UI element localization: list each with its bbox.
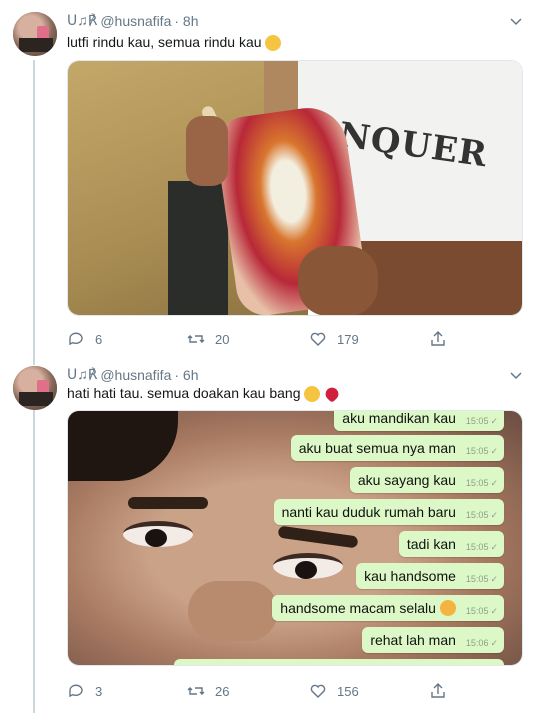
tweet[interactable]: ᑌ♫℟ @husnafifa · 8h lutfi rindu kau, sem…	[0, 0, 537, 355]
chat-bubble-partial	[174, 659, 504, 665]
red-heart-emoji	[323, 385, 342, 404]
tweet-photo[interactable]: aku mandikan kau 15:05 ✓ aku buat semua ny…	[67, 410, 523, 666]
tweet[interactable]: ᑌ♫℟ @husnafifa · 6h hati hati tau. semua…	[0, 358, 537, 713]
reply-count: 6	[95, 331, 103, 347]
chat-bubble: aku buat semua nya man 15:05 ✓	[290, 435, 504, 461]
share-icon	[431, 683, 445, 698]
handle[interactable]: @husnafifa	[100, 367, 171, 383]
like-icon	[310, 684, 326, 698]
retweet-icon	[187, 335, 205, 343]
retweet-count: 20	[215, 331, 230, 347]
timestamp[interactable]: · 6h	[174, 367, 198, 383]
reply-icon	[69, 332, 83, 346]
like-icon	[310, 332, 326, 346]
chat-bubble: kau handsome 15:05 ✓	[356, 563, 504, 589]
display-name[interactable]: ᑌ♫℟	[67, 366, 97, 383]
chat-bubble: aku mandikan kau 15:05 ✓	[334, 411, 504, 431]
retweet-count: 26	[215, 683, 230, 699]
chat-bubble: handsome macam selalu 15:05 ✓	[272, 595, 504, 621]
display-name[interactable]: ᑌ♫℟	[67, 12, 97, 29]
reply-icon	[69, 684, 83, 698]
timestamp[interactable]: · 8h	[174, 13, 198, 29]
tweet-actions: 3 26 156	[67, 682, 487, 702]
like-count: 179	[337, 331, 359, 347]
reply-button[interactable]: 6	[67, 330, 102, 348]
tweet-text: lutfi rindu kau, semua rindu kau	[67, 34, 282, 52]
retweet-button[interactable]: 26	[187, 682, 229, 700]
avatar[interactable]	[13, 366, 57, 410]
avatar[interactable]	[13, 12, 57, 56]
chevron-down-icon[interactable]	[509, 368, 523, 382]
share-button[interactable]	[429, 330, 447, 348]
reply-button[interactable]: 3	[67, 682, 102, 700]
tweet-header: ᑌ♫℟ @husnafifa · 8h	[67, 12, 199, 29]
chat-bubble: tadi kan 15:05 ✓	[398, 531, 504, 557]
chevron-down-icon[interactable]	[509, 14, 523, 28]
smiling-face-with-hearts-emoji	[439, 600, 456, 616]
share-icon	[431, 331, 445, 346]
chat-bubble: rehat lah man 15:06 ✓	[362, 627, 504, 653]
retweet-icon	[187, 687, 205, 695]
retweet-button[interactable]: 20	[187, 330, 229, 348]
tweet-text: hati hati tau. semua doakan kau bang	[67, 385, 342, 404]
chat-bubble: aku sayang kau 15:05 ✓	[349, 467, 504, 493]
like-button[interactable]: 179	[309, 330, 359, 348]
reply-count: 3	[95, 683, 103, 699]
handle[interactable]: @husnafifa	[100, 13, 171, 29]
chat-bubble: nanti kau duduk rumah baru 15:05 ✓	[273, 499, 504, 525]
smiling-face-emoji	[304, 386, 321, 403]
tweet-header: ᑌ♫℟ @husnafifa · 6h	[67, 366, 199, 383]
like-button[interactable]: 156	[309, 682, 359, 700]
tweet-actions: 6 20 179	[67, 330, 487, 350]
share-button[interactable]	[429, 682, 447, 700]
like-count: 156	[337, 683, 359, 699]
tweet-photo[interactable]: ONQUER	[67, 60, 523, 316]
smiling-face-emoji	[265, 35, 282, 52]
